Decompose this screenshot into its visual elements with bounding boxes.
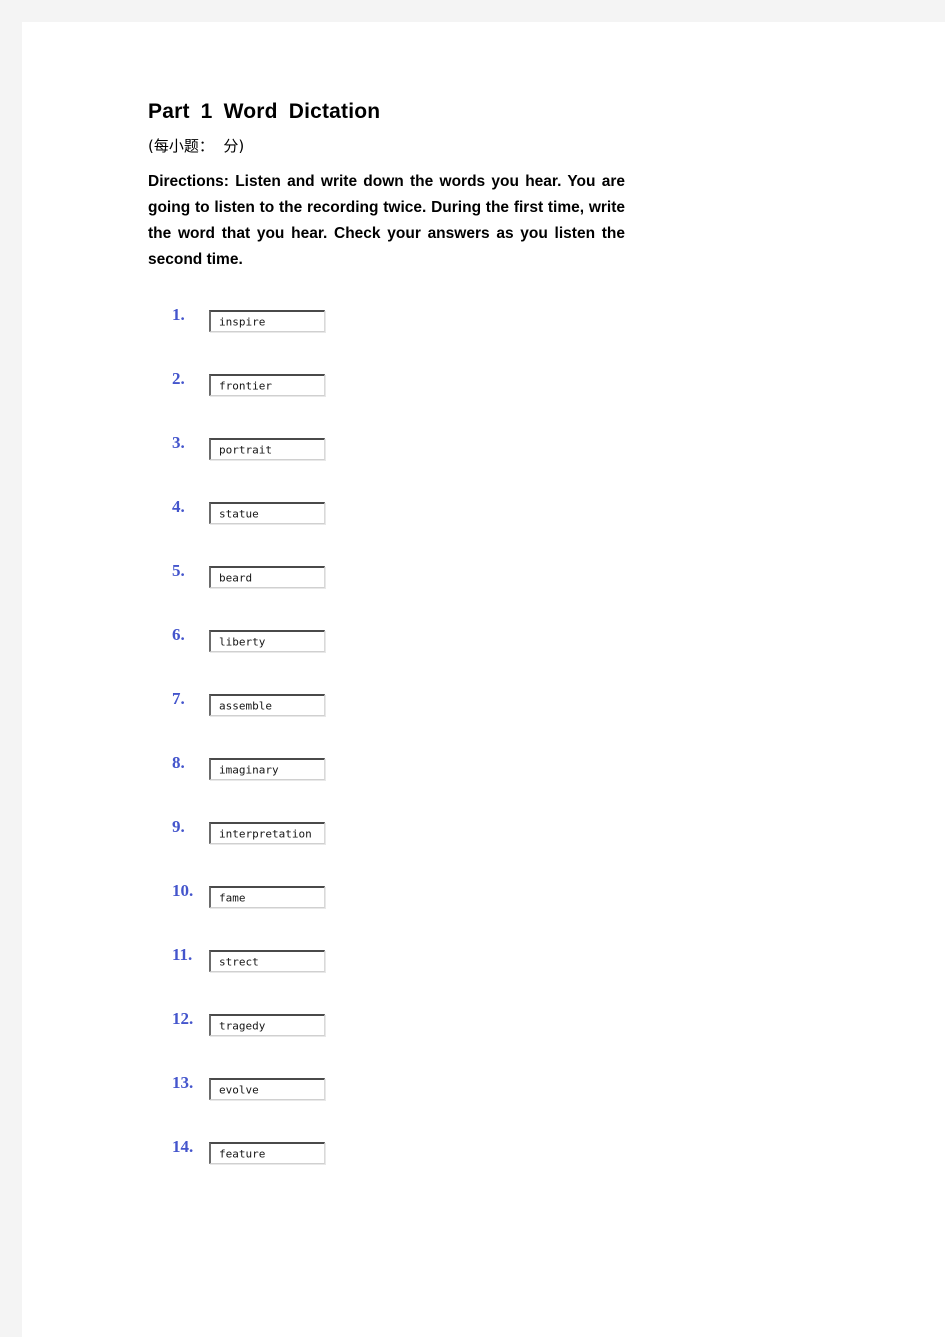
directions-paragraph: Directions: Listen and write down the wo… [148, 173, 625, 269]
dictation-item-list: 1. inspire 2. frontier 3. portrait 4. statue 5. b… [148, 299, 788, 1195]
dictation-item: 8. imaginary [148, 747, 788, 811]
answer-value: imaginary [219, 763, 279, 777]
item-number-label: 6. [172, 625, 185, 645]
answer-value: fame [219, 891, 246, 905]
item-number-label: 12. [172, 1009, 194, 1029]
answer-value: portrait [219, 443, 272, 457]
dictation-item: 11. strect [148, 939, 788, 1003]
document-content: Part 1 Word Dictation (每小题： 分) Direction… [148, 100, 788, 1195]
answer-value: interpretation [219, 827, 312, 841]
item-number-label: 3. [172, 433, 185, 453]
dictation-item: 1. inspire [148, 299, 788, 363]
item-number-label: 2. [172, 369, 185, 389]
dictation-item: 10. fame [148, 875, 788, 939]
item-number-label: 8. [172, 753, 185, 773]
dictation-item: 4. statue [148, 491, 788, 555]
answer-input[interactable]: portrait [209, 438, 325, 461]
page-title: Part 1 Word Dictation [148, 100, 381, 123]
answer-value: strect [219, 955, 259, 969]
item-number-label: 14. [172, 1137, 194, 1157]
answer-input[interactable]: evolve [209, 1078, 325, 1101]
answer-value: inspire [219, 315, 266, 329]
item-number-label: 1. [172, 305, 185, 325]
answer-input[interactable]: imaginary [209, 758, 325, 781]
answer-input[interactable]: liberty [209, 630, 325, 653]
dictation-item: 5. beard [148, 555, 788, 619]
dictation-item: 12. tragedy [148, 1003, 788, 1067]
answer-input[interactable]: fame [209, 886, 325, 909]
dictation-item: 2. frontier [148, 363, 788, 427]
answer-input[interactable]: frontier [209, 374, 325, 397]
answer-input[interactable]: feature [209, 1142, 325, 1165]
answer-value: frontier [219, 379, 272, 393]
answer-value: evolve [219, 1083, 259, 1097]
answer-value: beard [219, 571, 253, 585]
dictation-item: 6. liberty [148, 619, 788, 683]
document-page: Part 1 Word Dictation (每小题： 分) Direction… [22, 22, 945, 1337]
answer-value: liberty [219, 635, 266, 649]
answer-value: statue [219, 507, 259, 521]
dictation-item: 9. interpretation [148, 811, 788, 875]
answer-input[interactable]: strect [209, 950, 325, 973]
dictation-item: 3. portrait [148, 427, 788, 491]
dictation-item: 13. evolve [148, 1067, 788, 1131]
dictation-item: 14. feature [148, 1131, 788, 1195]
dictation-item: 7. assemble [148, 683, 788, 747]
score-note: (每小题： 分) [148, 137, 245, 156]
item-number-label: 13. [172, 1073, 194, 1093]
item-number-label: 9. [172, 817, 185, 837]
answer-input[interactable]: statue [209, 502, 325, 525]
answer-input[interactable]: assemble [209, 694, 325, 717]
item-number-label: 4. [172, 497, 185, 517]
item-number-label: 5. [172, 561, 185, 581]
item-number-label: 7. [172, 689, 185, 709]
answer-value: feature [219, 1147, 266, 1161]
answer-input[interactable]: interpretation [209, 822, 325, 845]
answer-value: tragedy [219, 1019, 266, 1033]
answer-input[interactable]: beard [209, 566, 325, 589]
item-number-label: 10. [172, 881, 194, 901]
answer-input[interactable]: tragedy [209, 1014, 325, 1037]
item-number-label: 11. [172, 945, 193, 965]
answer-input[interactable]: inspire [209, 310, 325, 333]
answer-value: assemble [219, 699, 272, 713]
